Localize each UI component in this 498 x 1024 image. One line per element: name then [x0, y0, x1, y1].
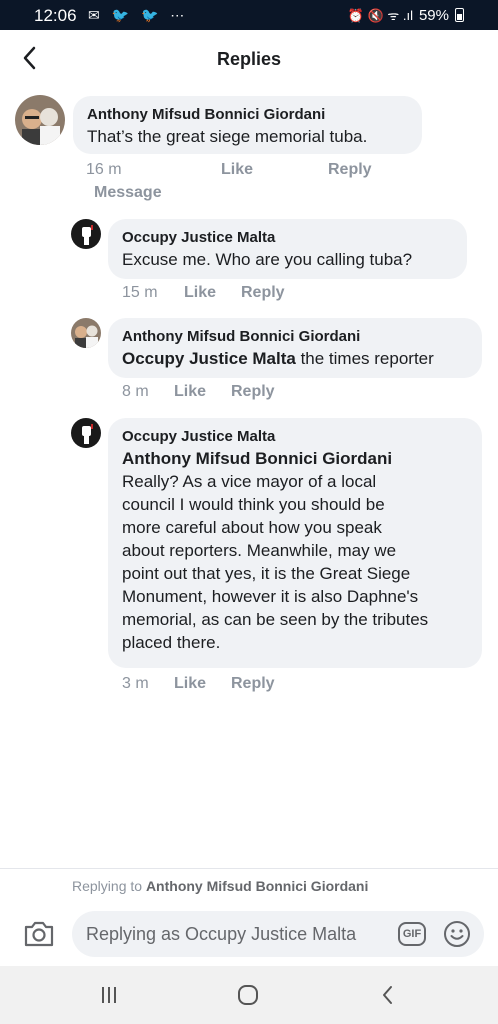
comment-time: 15 m — [122, 284, 158, 301]
like-button[interactable]: Like — [174, 675, 206, 693]
camera-button[interactable] — [22, 919, 56, 949]
comment-bubble: Occupy Justice Malta Anthony Mifsud Bonn… — [108, 418, 482, 668]
comment-text: That’s the great siege memorial tuba. — [87, 127, 368, 146]
comment-author[interactable]: Anthony Mifsud Bonnici Giordani — [87, 105, 408, 125]
comment-text-line: about reporters. Meanwhile, may we — [122, 541, 397, 560]
comment-actions: 15 m Like Reply — [122, 284, 322, 304]
comment-time: 3 m — [122, 675, 149, 692]
comment-text-line: Really? As a vice mayor of a local — [122, 472, 377, 491]
comment-text-line: placed there. — [122, 633, 221, 652]
comment-text: the times reporter — [295, 349, 434, 368]
replying-to-name: Anthony Mifsud Bonnici Giordani — [145, 878, 369, 894]
notification-icons: ✉ 🐦 🐦 ⋯ — [88, 7, 189, 23]
comment-bubble: Occupy Justice Malta Excuse me. Who are … — [108, 219, 467, 279]
home-button[interactable] — [233, 982, 263, 1008]
like-button[interactable]: Like — [174, 383, 206, 401]
comment-bubble: Anthony Mifsud Bonnici Giordani Occupy J… — [108, 318, 482, 378]
reply-button[interactable]: Reply — [231, 675, 275, 693]
comment-text-line: memorial, as can be seen by the tributes — [122, 610, 429, 629]
recent-apps-button[interactable] — [94, 982, 124, 1008]
comment-author[interactable]: Occupy Justice Malta — [122, 427, 468, 447]
fist-logo-icon — [71, 418, 101, 448]
camera-icon — [24, 921, 54, 947]
system-navigation-bar — [0, 966, 498, 1024]
comment-text-line: Monument, however it is also Daphne's — [122, 587, 419, 606]
comment-author[interactable]: Anthony Mifsud Bonnici Giordani — [122, 327, 468, 347]
comment-text-line: point out that yes, it is the Great Sieg… — [122, 564, 411, 583]
status-bar: 12:06 ✉ 🐦 🐦 ⋯ ⏰ 🔇 ᯤ .ıl 59% — [0, 0, 498, 30]
smiley-icon — [444, 921, 470, 947]
comment-time: 16 m — [86, 161, 122, 178]
replying-to-prefix: Replying to — [72, 878, 146, 894]
comment-actions: 3 m Like Reply — [122, 675, 322, 695]
reply-button[interactable]: Reply — [328, 161, 372, 179]
comment-author[interactable]: Occupy Justice Malta — [122, 228, 453, 248]
fist-logo-icon — [71, 219, 101, 249]
gif-button[interactable]: GIF — [398, 922, 426, 946]
like-button[interactable]: Like — [184, 284, 216, 302]
battery-icon — [455, 8, 464, 22]
system-icons: ⏰ 🔇 ᯤ .ıl — [347, 8, 413, 23]
comment-time: 8 m — [122, 383, 149, 400]
mention-tag[interactable]: Occupy Justice Malta — [122, 349, 296, 368]
replying-to-label: Replying to Anthony Mifsud Bonnici Giord… — [72, 878, 368, 894]
emoji-button[interactable] — [443, 920, 471, 948]
comment-actions: 8 m Like Reply — [122, 383, 322, 403]
system-tray: ⏰ 🔇 ᯤ .ıl 59% — [348, 6, 464, 24]
profile-photo-icon — [15, 95, 65, 145]
avatar[interactable] — [71, 318, 101, 348]
message-button[interactable]: Message — [94, 184, 162, 202]
profile-photo-icon — [71, 318, 101, 348]
mention-tag[interactable]: Anthony Mifsud Bonnici Giordani — [122, 447, 468, 470]
home-icon — [238, 985, 258, 1005]
comment-bubble: Anthony Mifsud Bonnici Giordani That’s t… — [73, 96, 422, 154]
chevron-left-icon — [383, 986, 392, 1004]
back-nav-button[interactable] — [372, 982, 402, 1008]
avatar[interactable] — [15, 95, 65, 145]
comment-text-line: council I would think you should be — [122, 495, 385, 514]
comment-text: Excuse me. Who are you calling tuba? — [122, 250, 413, 269]
status-time: 12:06 — [34, 6, 77, 25]
app-header: Replies — [0, 30, 498, 88]
comment-text-line: more careful about how you speak — [122, 518, 382, 537]
reply-composer: Replying to Anthony Mifsud Bonnici Giord… — [0, 868, 498, 966]
like-button[interactable]: Like — [221, 161, 253, 179]
page-title: Replies — [216, 49, 282, 69]
reply-button[interactable]: Reply — [231, 383, 275, 401]
avatar[interactable] — [71, 219, 101, 249]
recent-apps-icon — [102, 987, 116, 1003]
comment-actions: 16 m Like Reply Message — [86, 161, 406, 205]
reply-button[interactable]: Reply — [241, 284, 285, 302]
battery-percentage: 59% — [418, 6, 449, 24]
avatar[interactable] — [71, 418, 101, 448]
